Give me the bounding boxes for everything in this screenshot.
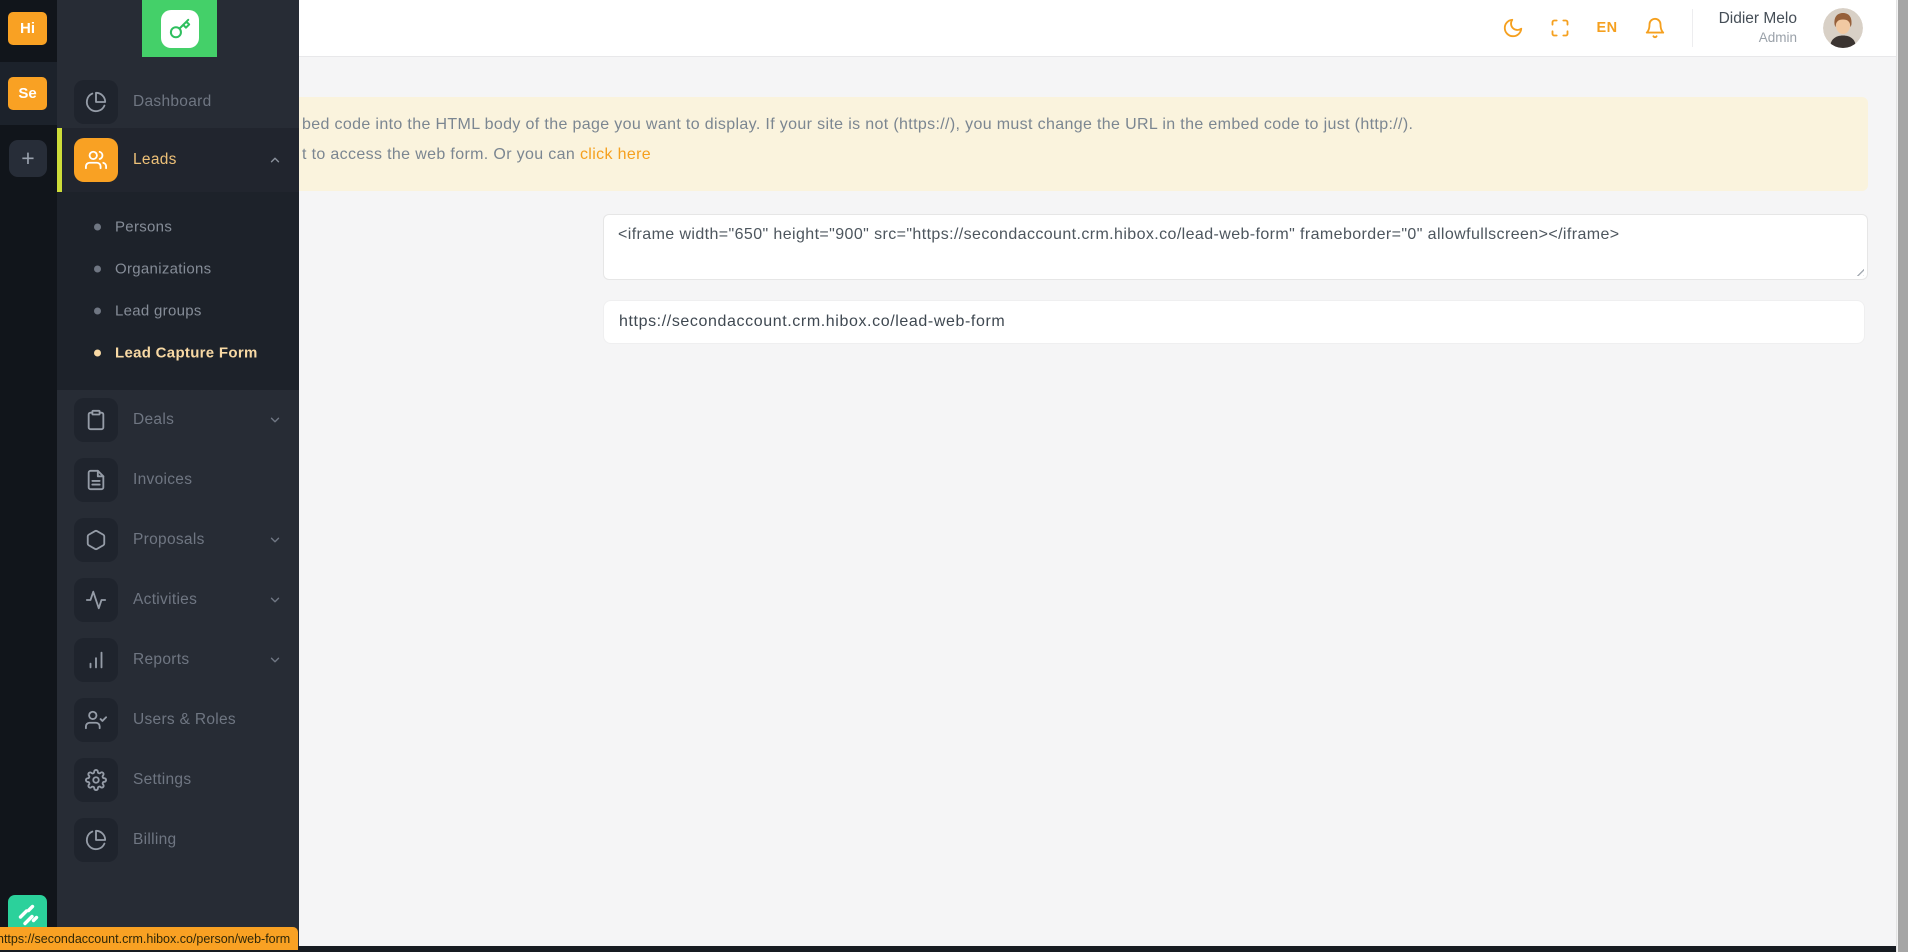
crm-app: EN Didier Melo Admin bed code into the H… [0, 0, 1908, 952]
sidebar-item-label: Leads [133, 151, 177, 169]
sidebar-item-reports[interactable]: Reports [57, 638, 299, 682]
subitem-label: Lead Capture Form [115, 345, 258, 362]
avatar[interactable] [1823, 8, 1863, 48]
notifications-bell-icon[interactable] [1644, 17, 1666, 39]
dark-mode-icon[interactable] [1502, 17, 1524, 39]
sidebar-item-label: Proposals [133, 531, 205, 549]
user-name: Didier Melo [1719, 9, 1797, 29]
sidebar-item-label: Users & Roles [133, 711, 236, 729]
sidebar-item-deals[interactable]: Deals [57, 398, 299, 442]
bar-chart-icon [74, 638, 118, 682]
sidebar-item-label: Invoices [133, 471, 192, 489]
sidebar-item-invoices[interactable]: Invoices [57, 458, 299, 502]
top-header: EN Didier Melo Admin [299, 0, 1896, 57]
web-form-url-input[interactable] [603, 300, 1865, 344]
app-logo[interactable] [142, 0, 217, 57]
sidebar-item-label: Billing [133, 831, 176, 849]
bullet-icon [94, 308, 101, 315]
sidebar-subitem-lead-capture-form[interactable]: Lead Capture Form [57, 340, 299, 366]
users-icon [74, 138, 118, 182]
embed-code-wrap: <iframe width="650" height="900" src="ht… [603, 214, 1868, 280]
status-url-text: https://secondaccount.crm.hibox.co/perso… [0, 932, 290, 946]
subitem-label: Lead groups [115, 303, 202, 320]
leads-submenu: Persons Organizations Lead groups Lead C… [57, 192, 299, 390]
user-role: Admin [1719, 29, 1797, 47]
workspace-badge-se[interactable]: Se [8, 77, 47, 110]
sidebar-item-label: Settings [133, 771, 191, 789]
banner-text-line2: t to access the web form. Or you can cli… [302, 146, 651, 164]
add-workspace-button[interactable]: + [9, 140, 47, 177]
fullscreen-icon[interactable] [1550, 18, 1570, 38]
sidebar-item-users-roles[interactable]: Users & Roles [57, 698, 299, 742]
sidebar-item-activities[interactable]: Activities [57, 578, 299, 622]
sidebar-item-label: Dashboard [133, 93, 212, 111]
user-check-icon [74, 698, 118, 742]
subitem-label: Persons [115, 219, 172, 236]
sidebar-item-label: Deals [133, 411, 174, 429]
embed-code-textarea[interactable]: <iframe width="650" height="900" src="ht… [603, 214, 1868, 280]
bullet-icon [94, 224, 101, 231]
workspace-rail: Hi Se + [0, 0, 57, 952]
sidebar-item-proposals[interactable]: Proposals [57, 518, 299, 562]
activity-icon [74, 578, 118, 622]
banner-line2-text: t to access the web form. Or you can [302, 146, 580, 163]
language-selector[interactable]: EN [1596, 20, 1617, 36]
file-text-icon [74, 458, 118, 502]
bullet-icon [94, 266, 101, 273]
bullet-icon [94, 350, 101, 357]
sidebar-subitem-lead-groups[interactable]: Lead groups [57, 298, 299, 324]
scrollbar-thumb[interactable] [1898, 0, 1908, 952]
chevron-up-icon [268, 153, 282, 167]
sidebar: Dashboard Leads Persons Organizations [57, 0, 299, 952]
sidebar-item-dashboard[interactable]: Dashboard [57, 80, 299, 124]
chevron-down-icon [268, 533, 282, 547]
clipboard-icon [74, 398, 118, 442]
user-info[interactable]: Didier Melo Admin [1719, 9, 1797, 47]
sidebar-item-label: Activities [133, 591, 197, 609]
pie-chart-icon [74, 80, 118, 124]
sidebar-item-label: Reports [133, 651, 189, 669]
sidebar-item-settings[interactable]: Settings [57, 758, 299, 802]
click-here-link[interactable]: click here [580, 146, 651, 163]
link-status-tooltip: https://secondaccount.crm.hibox.co/perso… [0, 927, 298, 950]
banner-text-line1: bed code into the HTML body of the page … [302, 116, 1413, 134]
chevron-down-icon [268, 653, 282, 667]
info-banner: bed code into the HTML body of the page … [299, 97, 1868, 191]
page-scrollbar[interactable] [1896, 0, 1908, 952]
sidebar-item-leads[interactable]: Leads [57, 128, 299, 192]
chevron-down-icon [268, 413, 282, 427]
header-divider [1692, 9, 1693, 47]
sidebar-item-billing[interactable]: Billing [57, 818, 299, 862]
sidebar-subitem-organizations[interactable]: Organizations [57, 256, 299, 282]
chevron-down-icon [268, 593, 282, 607]
gear-icon [74, 758, 118, 802]
subitem-label: Organizations [115, 261, 211, 278]
sidebar-subitem-persons[interactable]: Persons [57, 214, 299, 240]
active-item-stripe [57, 128, 62, 192]
pie-chart-icon [74, 818, 118, 862]
key-icon [161, 10, 199, 48]
hexagon-icon [74, 518, 118, 562]
workspace-badge-hi[interactable]: Hi [8, 12, 47, 45]
